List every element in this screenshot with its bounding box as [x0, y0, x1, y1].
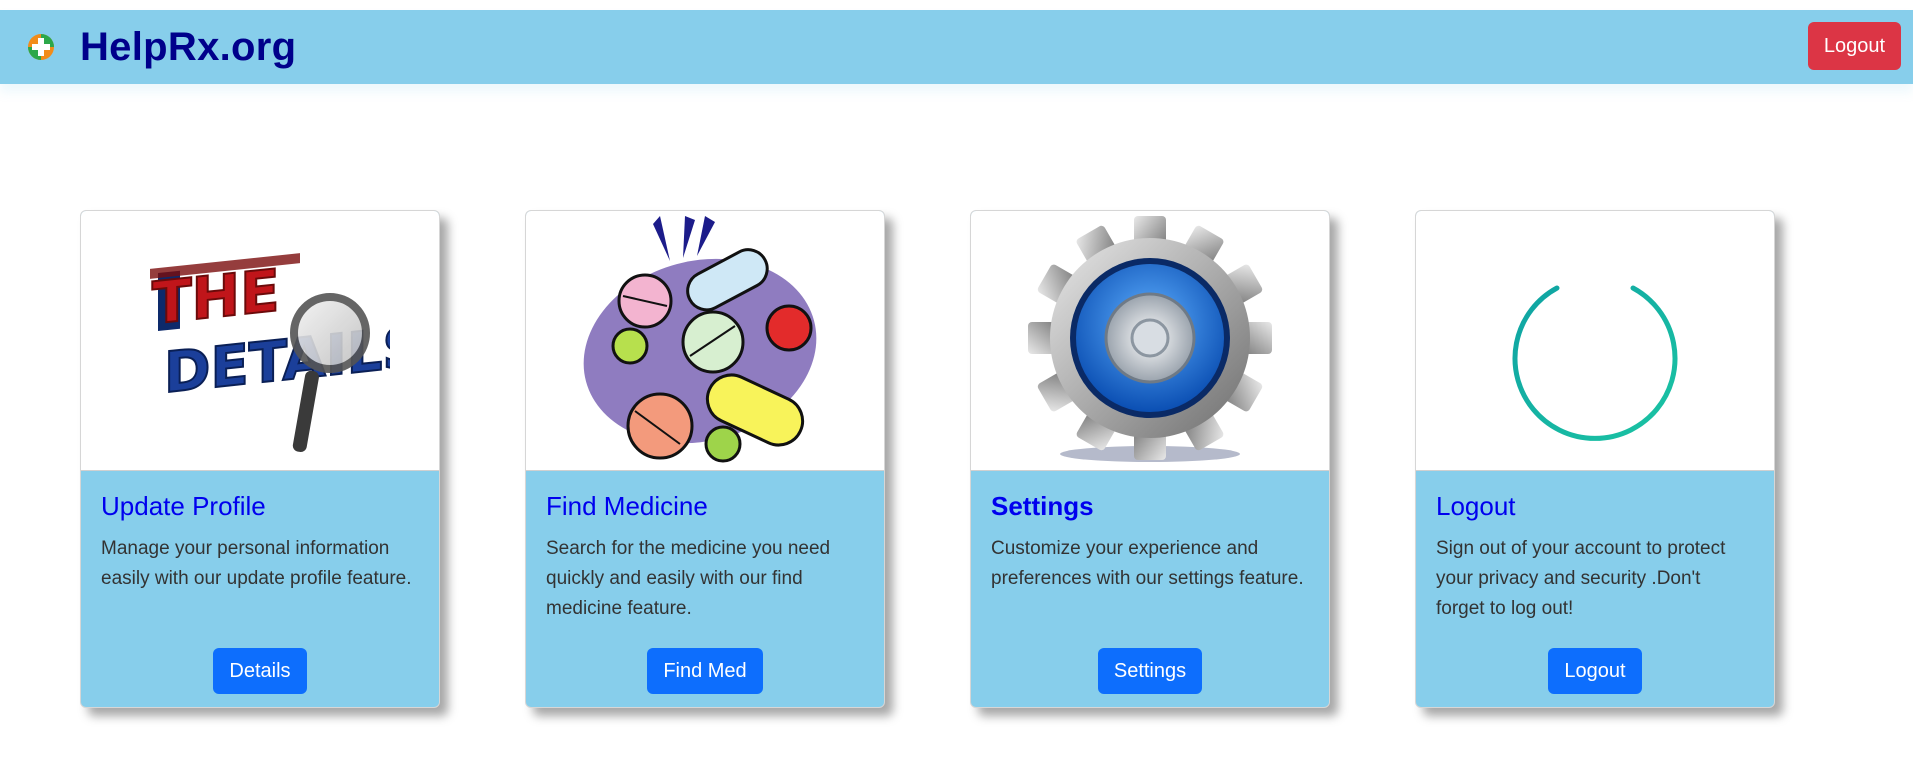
- pills-image: [526, 211, 884, 471]
- card-description: Sign out of your account to protect your…: [1436, 538, 1726, 619]
- top-navbar: HelpRx.org Logout: [0, 10, 1913, 84]
- card-find-medicine: Find Medicine Search for the medicine yo…: [525, 210, 885, 708]
- details-magnifier-icon: THE DETAILS: [150, 252, 390, 452]
- find-med-button[interactable]: Find Med: [647, 648, 763, 694]
- feature-cards: THE DETAILS Update Profile Manage your p…: [80, 210, 1780, 710]
- header-logout-button[interactable]: Logout: [1807, 22, 1901, 70]
- brand-name[interactable]: HelpRx.org: [80, 25, 296, 70]
- svg-text:THE: THE: [152, 256, 280, 337]
- card-title: Update Profile: [101, 491, 266, 521]
- card-description: Manage your personal information easily …: [101, 538, 412, 589]
- card-update-profile: THE DETAILS Update Profile Manage your p…: [80, 210, 440, 708]
- medical-cross-logo-icon: [28, 34, 54, 60]
- power-icon: [1512, 236, 1678, 441]
- card-description: Customize your experience and preference…: [991, 538, 1304, 589]
- settings-button[interactable]: Settings: [1097, 648, 1203, 694]
- gear-icon: [1028, 215, 1272, 462]
- card-logout: Logout Sign out of your account to prote…: [1415, 210, 1775, 708]
- card-title: Find Medicine: [546, 491, 708, 521]
- card-description: Search for the medicine you need quickly…: [546, 538, 831, 619]
- gear-image: [971, 211, 1329, 471]
- logout-button[interactable]: Logout: [1548, 648, 1642, 694]
- details-button[interactable]: Details: [213, 648, 307, 694]
- pills-icon: [583, 215, 817, 462]
- power-image: [1416, 211, 1774, 471]
- card-title: Settings: [991, 491, 1094, 521]
- card-settings: Settings Customize your experience and p…: [970, 210, 1330, 708]
- card-title: Logout: [1436, 491, 1516, 521]
- details-image: THE DETAILS: [81, 211, 439, 471]
